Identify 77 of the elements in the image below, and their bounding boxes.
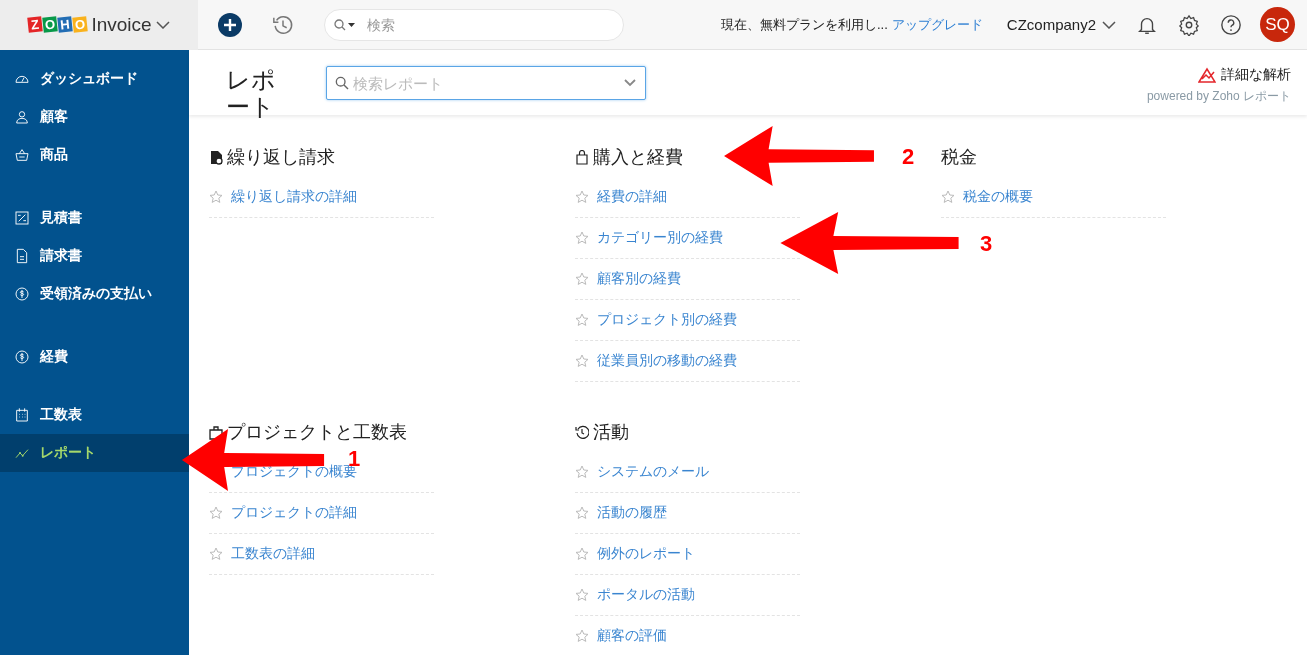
report-link[interactable]: 顧客別の経費 — [597, 270, 681, 288]
star-icon[interactable] — [575, 313, 589, 327]
section-title: 活動 — [593, 421, 629, 444]
analytics-link[interactable]: 詳細な解析 — [1198, 66, 1291, 84]
sidebar-item[interactable]: 請求書 — [0, 237, 189, 275]
star-icon[interactable] — [209, 506, 223, 520]
sidebar-item[interactable]: 工数表 — [0, 396, 189, 434]
page-title: レポート — [226, 66, 277, 120]
search-field[interactable]: 検索 — [324, 8, 624, 41]
bag-icon — [575, 149, 589, 165]
star-icon[interactable] — [575, 190, 589, 204]
star-icon[interactable] — [575, 506, 589, 520]
report-link[interactable]: 従業員別の移動の経費 — [597, 352, 737, 370]
sidebar-item[interactable]: 経費 — [0, 338, 189, 376]
section-title: 繰り返し請求 — [227, 146, 335, 169]
plan-notice: 現在、無料プランを利用し... — [720, 15, 888, 34]
star-icon[interactable] — [941, 190, 955, 204]
report-link[interactable]: 例外のレポート — [597, 545, 695, 563]
estimate-icon — [14, 210, 30, 226]
section-title: 購入と経費 — [593, 146, 683, 169]
history-icon — [575, 424, 589, 440]
annotation-number: 2 — [902, 144, 915, 170]
report-link[interactable]: 顧客の評価 — [597, 627, 667, 645]
basket-icon — [14, 147, 30, 163]
report-link[interactable]: 税金の概要 — [963, 188, 1033, 206]
section-title: プロジェクトと工数表 — [227, 421, 407, 444]
user-avatar[interactable]: SQ — [1260, 7, 1295, 42]
calendar-icon — [14, 407, 30, 423]
star-icon[interactable] — [575, 547, 589, 561]
report-link[interactable]: カテゴリー別の経費 — [597, 229, 723, 247]
product-name: Invoice — [91, 13, 152, 36]
report-link[interactable]: プロジェクトの詳細 — [231, 504, 357, 522]
sidebar-item[interactable]: 見積書 — [0, 199, 189, 237]
report-link[interactable]: 活動の履歴 — [597, 504, 667, 522]
add-icon[interactable] — [218, 12, 242, 37]
chevron-down-icon — [155, 20, 170, 29]
star-icon[interactable] — [209, 547, 223, 561]
report-link[interactable]: システムのメール — [597, 463, 709, 481]
analytics-icon — [1198, 67, 1216, 83]
history-icon[interactable] — [272, 13, 294, 36]
chevron-down-icon — [624, 79, 636, 87]
app-switcher[interactable]: Z O H O Invoice — [0, 0, 198, 50]
report-link[interactable]: プロジェクト別の経費 — [597, 311, 737, 329]
logo-letter: O — [72, 16, 89, 33]
section-title: 税金 — [941, 146, 977, 169]
report-search-field[interactable]: 検索レポート — [326, 66, 646, 100]
star-icon[interactable] — [575, 231, 589, 245]
star-icon[interactable] — [575, 629, 589, 643]
coin-icon — [14, 349, 30, 365]
search-icon[interactable] — [334, 18, 356, 31]
sidebar-item[interactable]: レポート — [0, 434, 189, 472]
star-icon[interactable] — [575, 272, 589, 286]
organization-switcher[interactable]: CZcompany2 — [1006, 16, 1116, 33]
person-icon — [14, 109, 30, 125]
organization-name: CZcompany2 — [1006, 16, 1096, 33]
help-icon[interactable] — [1220, 13, 1242, 36]
document-icon — [14, 248, 30, 264]
sidebar-item[interactable]: 受領済みの支払い — [0, 275, 189, 313]
annotation-number: 3 — [980, 231, 993, 257]
upgrade-link[interactable]: アップグレード — [891, 15, 983, 34]
sidebar-item[interactable]: ダッシュボード — [0, 60, 189, 98]
report-link[interactable]: 経費の詳細 — [597, 188, 667, 206]
search-icon — [334, 75, 350, 91]
document-icon — [209, 149, 223, 165]
powered-by-note: powered by Zoho レポート — [1146, 88, 1291, 105]
report-link[interactable]: 繰り返し請求の詳細 — [231, 188, 357, 206]
report-link[interactable]: 工数表の詳細 — [231, 545, 315, 563]
coin-icon — [14, 286, 30, 302]
star-icon[interactable] — [575, 354, 589, 368]
star-icon[interactable] — [575, 465, 589, 479]
settings-icon[interactable] — [1178, 13, 1200, 36]
sidebar-item[interactable]: 顧客 — [0, 98, 189, 136]
sidebar-item[interactable]: 商品 — [0, 136, 189, 174]
star-icon[interactable] — [575, 588, 589, 602]
chevron-down-icon — [1102, 20, 1116, 29]
star-icon[interactable] — [209, 190, 223, 204]
report-link[interactable]: ポータルの活動 — [597, 586, 695, 604]
